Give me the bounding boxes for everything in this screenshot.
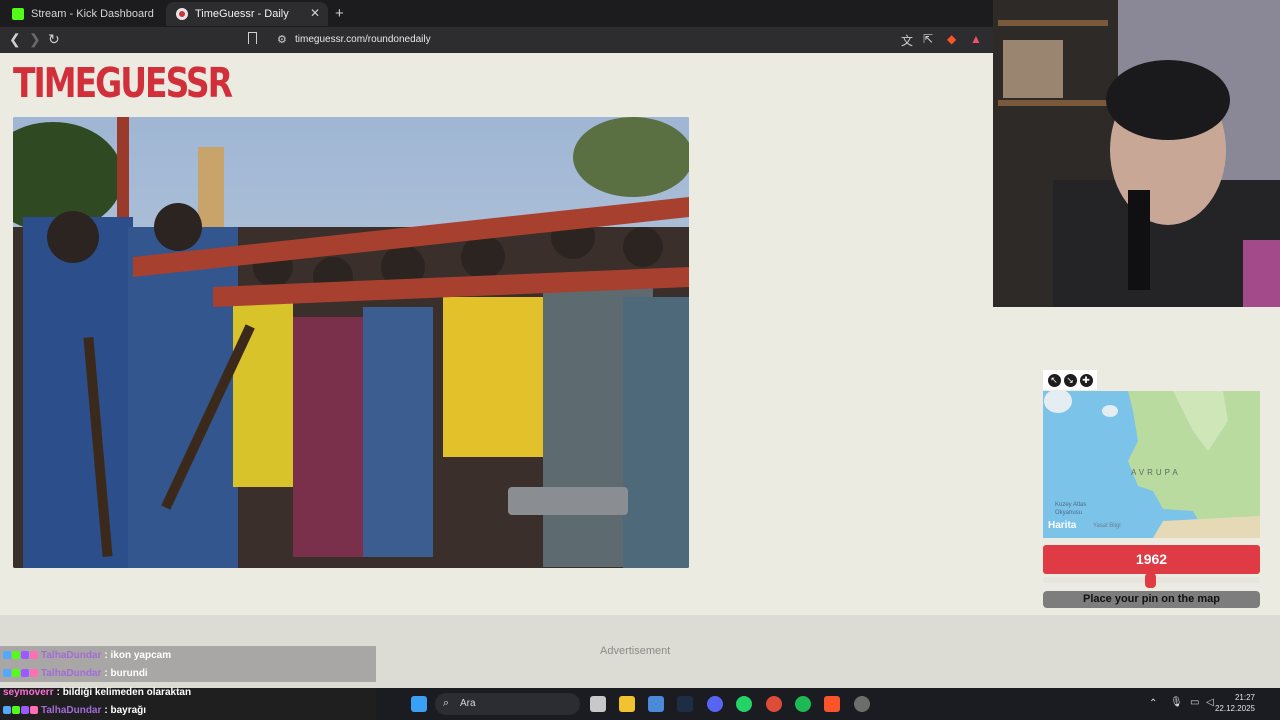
whatsapp-icon[interactable] — [736, 696, 752, 712]
map-legal-link[interactable]: Yasal Bilgi — [1093, 523, 1121, 529]
chat-message: TalhaDundar : bayrağı — [0, 701, 376, 719]
discord-icon[interactable] — [707, 696, 723, 712]
brave-shield-icon[interactable]: ◆ — [947, 32, 956, 46]
file-explorer-icon[interactable] — [619, 696, 635, 712]
chat-message: TalhaDundar : ikon yapcam — [0, 646, 376, 664]
chat-badges — [3, 669, 38, 677]
site-info-icon[interactable]: ⚙ — [277, 33, 287, 46]
chat-text: bildiği kelimeden olaraktan — [62, 686, 192, 698]
chat-badges — [3, 651, 38, 659]
advertisement-label: Advertisement — [600, 645, 671, 657]
reload-icon[interactable]: ↻ — [48, 31, 60, 48]
shrink-map-icon[interactable]: ↘ — [1063, 373, 1077, 387]
clock-time: 21:27 — [1234, 693, 1255, 702]
crowd-photo-illustration — [13, 117, 689, 568]
chat-message: seymoverr : bildiği kelimeden olaraktan — [0, 683, 376, 701]
share-icon[interactable]: ⇱ — [923, 32, 933, 46]
steam-icon[interactable] — [677, 696, 693, 712]
chat-username: TalhaDundar — [41, 649, 102, 661]
brave-icon[interactable] — [824, 696, 840, 712]
tab-title: TimeGuessr - Daily — [195, 8, 289, 20]
chat-text: bayrağı — [110, 704, 147, 716]
timeguessr-logo[interactable]: TIMEGUESSR — [13, 62, 233, 103]
chrome-icon[interactable] — [766, 696, 782, 712]
expand-map-icon[interactable]: ↖ — [1047, 373, 1061, 387]
forward-icon[interactable]: ❯ — [29, 31, 41, 48]
chat-username: seymoverr — [3, 686, 54, 698]
taskbar-search[interactable] — [435, 693, 580, 715]
close-tab-icon[interactable]: ✕ — [310, 6, 320, 20]
place-pin-button[interactable]: Place your pin on the map — [1043, 591, 1260, 608]
webcam-overlay — [993, 0, 1280, 307]
spotify-icon[interactable] — [795, 696, 811, 712]
kick-icon — [12, 8, 24, 20]
url-text[interactable]: timeguessr.com/roundonedaily — [295, 34, 431, 45]
chat-text: ikon yapcam — [110, 649, 172, 661]
taskbar-search-placeholder[interactable]: Ara — [460, 698, 476, 709]
obs-icon[interactable] — [854, 696, 870, 712]
round-photo — [13, 117, 689, 568]
browser-toolbar: ❮ ❯ ↻ ⚙ timeguessr.com/roundonedaily 文 ⇱… — [0, 27, 993, 53]
address-bar[interactable]: ⚙ timeguessr.com/roundonedaily 文 ⇱ ◆ ▲ — [242, 29, 990, 51]
microphone-icon[interactable]: 🎙 — [1170, 697, 1183, 708]
map-region-label: AVRUPA — [1131, 468, 1181, 477]
bookmark-icon[interactable] — [248, 32, 257, 44]
stream-chat-overlay: TalhaDundar : ikon yapcam TalhaDundar : … — [0, 646, 376, 720]
taskbar-clock[interactable]: 21:27 22.12.2025 — [1215, 692, 1255, 714]
tray-chevron-icon[interactable]: ⌃ — [1149, 698, 1157, 709]
chat-username: TalhaDundar — [41, 704, 102, 716]
tab-title: Stream - Kick Dashboard — [31, 8, 154, 20]
map-controls: ↖ ↘ ✚ — [1043, 370, 1097, 390]
browser-tab-bar: Stream - Kick Dashboard TimeGuessr - Dai… — [0, 0, 993, 27]
brave-rewards-icon[interactable]: ▲ — [970, 32, 982, 46]
task-view-icon[interactable] — [590, 696, 606, 712]
pin-map-icon[interactable]: ✚ — [1079, 373, 1093, 387]
chat-message: TalhaDundar : burundi — [0, 664, 376, 682]
streamer-webcam-illustration — [993, 0, 1280, 307]
map-ocean-label: Kuzey Atlas Okyanusu — [1055, 502, 1087, 516]
volume-icon[interactable]: ◁ — [1206, 697, 1214, 708]
store-icon[interactable] — [648, 696, 664, 712]
guess-map[interactable]: AVRUPA Kuzey Atlas Okyanusu — [1043, 391, 1260, 538]
chat-username: TalhaDundar — [41, 667, 102, 679]
clock-date: 22.12.2025 — [1214, 704, 1255, 713]
tab-kick-dashboard[interactable]: Stream - Kick Dashboard — [2, 2, 164, 26]
new-tab-button[interactable]: + — [335, 5, 344, 22]
windows-start-icon[interactable] — [411, 696, 427, 712]
display-icon[interactable]: ▭ — [1190, 697, 1199, 708]
chat-badges — [3, 706, 38, 714]
chat-text: burundi — [110, 667, 148, 679]
tab-timeguessr[interactable]: TimeGuessr - Daily ✕ — [166, 2, 328, 26]
year-display: 1962 — [1043, 545, 1260, 574]
year-slider-thumb[interactable] — [1145, 573, 1156, 588]
back-icon[interactable]: ❮ — [9, 31, 21, 48]
map-brand-label: Harita — [1048, 520, 1077, 531]
timeguessr-icon — [176, 8, 188, 20]
translate-icon[interactable]: 文 — [901, 32, 913, 49]
search-icon: ⌕ — [443, 697, 450, 709]
